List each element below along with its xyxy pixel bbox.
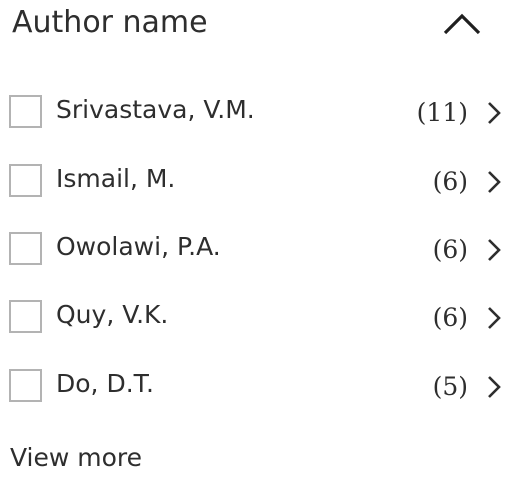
- author-filter-item[interactable]: Quy, V.K. (6): [0, 294, 506, 344]
- author-name-label: Srivastava, V.M.: [56, 95, 255, 124]
- filter-title: Author name: [12, 5, 208, 40]
- author-name-filter-header[interactable]: Author name: [0, 0, 506, 50]
- author-checkbox[interactable]: [9, 164, 42, 197]
- author-checkbox[interactable]: [9, 300, 42, 333]
- author-name-filter-panel: Author name Srivastava, V.M. (11) Ismail…: [0, 0, 506, 493]
- author-name-label: Do, D.T.: [56, 369, 154, 398]
- chevron-right-icon[interactable]: [485, 373, 503, 401]
- author-result-count: (11): [416, 98, 468, 127]
- author-filter-item[interactable]: Do, D.T. (5): [0, 363, 506, 413]
- chevron-right-icon[interactable]: [485, 236, 503, 264]
- chevron-up-icon[interactable]: [440, 6, 484, 40]
- author-name-label: Ismail, M.: [56, 164, 176, 193]
- chevron-right-icon[interactable]: [485, 304, 503, 332]
- author-filter-item[interactable]: Srivastava, V.M. (11): [0, 89, 506, 139]
- author-result-count: (5): [432, 372, 468, 401]
- view-more-link[interactable]: View more: [10, 440, 142, 476]
- author-checkbox[interactable]: [9, 232, 42, 265]
- author-name-label: Owolawi, P.A.: [56, 232, 221, 261]
- chevron-right-icon[interactable]: [485, 168, 503, 196]
- author-filter-item[interactable]: Ismail, M. (6): [0, 158, 506, 208]
- author-checkbox[interactable]: [9, 369, 42, 402]
- chevron-right-icon[interactable]: [485, 99, 503, 127]
- author-filter-item[interactable]: Owolawi, P.A. (6): [0, 226, 506, 276]
- author-result-count: (6): [432, 303, 468, 332]
- author-name-label: Quy, V.K.: [56, 300, 169, 329]
- author-checkbox[interactable]: [9, 95, 42, 128]
- author-result-count: (6): [432, 167, 468, 196]
- author-result-count: (6): [432, 235, 468, 264]
